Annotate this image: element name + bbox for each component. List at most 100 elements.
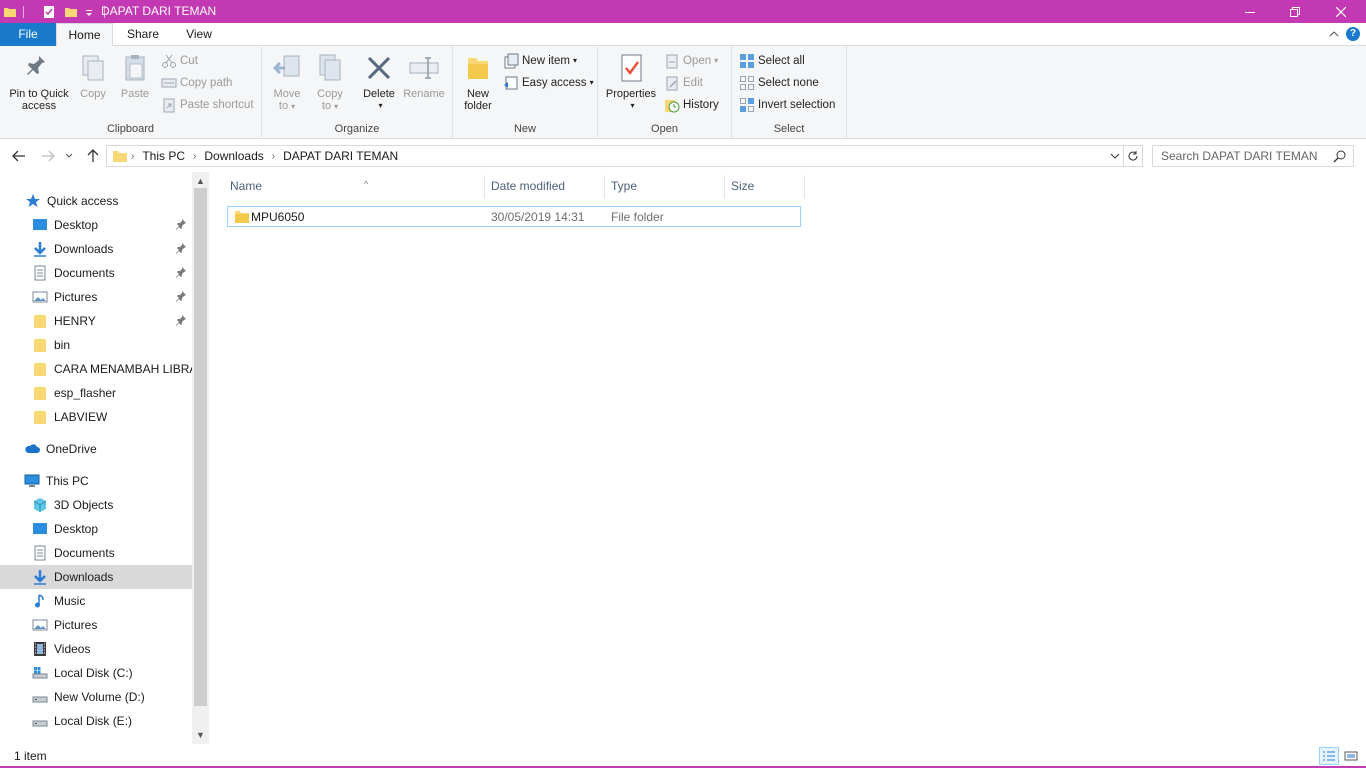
new-item-button[interactable]: New item ▾ <box>503 51 577 71</box>
history-icon <box>664 97 680 113</box>
nav-item-local-disk-e[interactable]: Local Disk (E:) <box>0 709 192 733</box>
downloads-icon <box>32 241 48 257</box>
quick-access-toolbar <box>0 0 111 23</box>
breadcrumb-current-folder[interactable]: DAPAT DARI TEMAN <box>283 149 398 163</box>
properties-button[interactable]: Properties ▾ <box>604 52 658 112</box>
nav-item-music[interactable]: Music <box>0 589 192 613</box>
nav-item-downloads[interactable]: Downloads <box>0 565 192 589</box>
nav-item-documents-quick[interactable]: Documents <box>0 261 192 285</box>
column-header-date-modified[interactable]: Date modified <box>485 175 605 198</box>
copy-to-button[interactable]: Copy to ▾ <box>311 52 349 113</box>
nav-item-desktop[interactable]: Desktop <box>0 517 192 541</box>
address-bar[interactable]: › This PC › Downloads › DAPAT DARI TEMAN <box>106 145 1124 167</box>
folder-icon <box>32 409 48 425</box>
nav-quick-access[interactable]: Quick access <box>0 189 192 213</box>
downloads-icon <box>32 569 48 585</box>
nav-item-bin[interactable]: bin <box>0 333 192 357</box>
restore-button[interactable] <box>1272 0 1318 23</box>
sort-ascending-icon: ^ <box>364 179 369 189</box>
details-view-icon <box>1323 751 1335 761</box>
folder-icon <box>234 209 250 227</box>
history-button[interactable]: History <box>664 95 719 115</box>
nav-item-local-disk-c[interactable]: Local Disk (C:) <box>0 661 192 685</box>
select-all-button[interactable]: Select all <box>739 51 805 71</box>
open-button[interactable]: Open ▾ <box>664 51 718 71</box>
edit-button[interactable]: Edit <box>664 73 703 93</box>
delete-x-icon <box>363 52 395 84</box>
minimize-button[interactable] <box>1227 0 1273 23</box>
new-folder-quick-icon[interactable] <box>64 5 78 19</box>
tab-share[interactable]: Share <box>113 23 173 46</box>
file-type: File folder <box>611 210 664 224</box>
forward-button[interactable] <box>38 147 58 165</box>
invert-selection-icon <box>739 97 755 113</box>
documents-icon <box>32 545 48 561</box>
invert-selection-button[interactable]: Invert selection <box>739 95 835 115</box>
drive-icon <box>32 713 48 729</box>
tab-view[interactable]: View <box>173 23 225 46</box>
cloud-icon <box>24 441 40 457</box>
nav-item-henry[interactable]: HENRY <box>0 309 192 333</box>
navigation-scrollbar[interactable]: ▲ ▼ <box>192 172 209 744</box>
tab-home[interactable]: Home <box>56 23 113 47</box>
nav-item-downloads-quick[interactable]: Downloads <box>0 237 192 261</box>
recent-locations-button[interactable] <box>62 147 76 165</box>
search-icon[interactable] <box>1333 149 1347 166</box>
table-row[interactable]: MPU6050 30/05/2019 14:31 File folder <box>227 206 801 227</box>
select-none-button[interactable]: Select none <box>739 73 819 93</box>
desktop-icon <box>32 521 48 537</box>
help-icon[interactable]: ? <box>1346 27 1360 41</box>
nav-item-3d-objects[interactable]: 3D Objects <box>0 493 192 517</box>
tab-file[interactable]: File <box>0 23 56 46</box>
nav-item-cara-menambah-librai[interactable]: CARA MENAMBAH LIBRAI <box>0 357 192 381</box>
easy-access-icon <box>503 75 519 91</box>
refresh-button[interactable] <box>1123 145 1143 167</box>
close-button[interactable] <box>1318 0 1364 23</box>
item-count: 1 item <box>14 749 47 763</box>
nav-item-new-volume-d[interactable]: New Volume (D:) <box>0 685 192 709</box>
collapse-ribbon-icon[interactable] <box>1329 28 1339 42</box>
cut-button[interactable]: Cut <box>161 51 198 71</box>
column-header-name[interactable]: ^ Name <box>224 175 485 198</box>
pin-to-quick-access-button[interactable]: Pin to Quick access <box>4 52 74 112</box>
documents-icon <box>32 265 48 281</box>
new-folder-button[interactable]: New folder <box>461 52 495 112</box>
rename-button[interactable]: Rename <box>402 52 446 100</box>
column-header-type[interactable]: Type <box>605 175 725 198</box>
search-box[interactable] <box>1152 145 1354 167</box>
move-to-button[interactable]: Move to ▾ <box>268 52 306 113</box>
delete-button[interactable]: Delete ▾ <box>360 52 398 112</box>
nav-item-pictures[interactable]: Pictures <box>0 613 192 637</box>
nav-this-pc[interactable]: This PC <box>0 469 192 493</box>
nav-item-esp-flasher[interactable]: esp_flasher <box>0 381 192 405</box>
column-header-size[interactable]: Size <box>725 175 805 198</box>
file-date-modified: 30/05/2019 14:31 <box>491 210 585 224</box>
large-icons-view-button[interactable] <box>1341 747 1361 765</box>
breadcrumb-downloads[interactable]: Downloads <box>204 149 263 163</box>
back-button[interactable] <box>9 147 29 165</box>
easy-access-button[interactable]: Easy access ▾ <box>503 73 594 93</box>
scroll-down-icon[interactable]: ▼ <box>196 730 205 740</box>
nav-item-documents[interactable]: Documents <box>0 541 192 565</box>
scrollbar-thumb[interactable] <box>194 188 207 706</box>
copy-path-button[interactable]: Copy path <box>161 73 232 93</box>
nav-item-videos[interactable]: Videos <box>0 637 192 661</box>
move-to-icon <box>271 52 303 84</box>
up-button[interactable] <box>83 147 103 165</box>
open-group: Properties ▾ Open ▾ Edit History Open <box>598 46 732 139</box>
customize-toolbar-icon[interactable] <box>84 5 98 19</box>
address-dropdown-icon[interactable] <box>1109 150 1121 165</box>
nav-item-desktop-quick[interactable]: Desktop <box>0 213 192 237</box>
nav-item-pictures-quick[interactable]: Pictures <box>0 285 192 309</box>
paste-button[interactable]: Paste <box>116 52 154 100</box>
search-input[interactable] <box>1161 146 1331 166</box>
properties-quick-icon[interactable] <box>42 5 56 19</box>
scroll-up-icon[interactable]: ▲ <box>196 176 205 186</box>
paste-shortcut-button[interactable]: Paste shortcut <box>161 95 254 115</box>
folder-icon <box>32 337 48 353</box>
nav-item-labview[interactable]: LABVIEW <box>0 405 192 429</box>
breadcrumb-this-pc[interactable]: This PC <box>142 149 185 163</box>
nav-onedrive[interactable]: OneDrive <box>0 437 192 461</box>
copy-button[interactable]: Copy <box>76 52 110 100</box>
details-view-button[interactable] <box>1319 747 1339 765</box>
